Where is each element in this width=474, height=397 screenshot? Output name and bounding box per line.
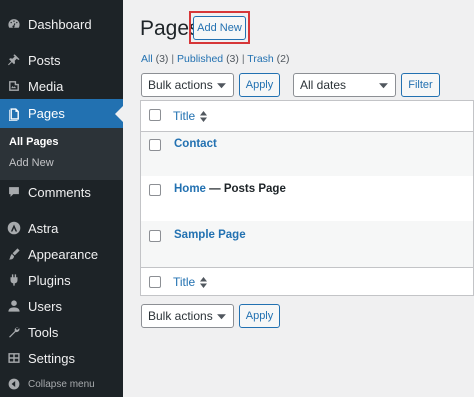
menu-item-settings[interactable]: Settings bbox=[0, 345, 123, 371]
bulk-actions-select-top[interactable]: Bulk actions bbox=[141, 73, 234, 97]
menu-item-label: Astra bbox=[28, 220, 59, 236]
pages-submenu: All Pages Add New bbox=[0, 128, 123, 180]
table-row: Sample Page bbox=[141, 221, 473, 267]
menu-item-pages[interactable]: Pages bbox=[0, 99, 123, 128]
chevron-down-icon bbox=[216, 311, 227, 322]
main-content: Pages Add New All (3) | Published (3) | … bbox=[123, 0, 474, 397]
menu-item-users[interactable]: Users bbox=[0, 293, 123, 319]
filter-all-count: (3) bbox=[155, 53, 169, 65]
menu-item-label: Posts bbox=[28, 52, 61, 68]
settings-icon bbox=[7, 351, 21, 365]
collapse-menu-label: Collapse menu bbox=[28, 378, 95, 390]
collapse-arrow-icon bbox=[8, 378, 20, 390]
astra-icon bbox=[7, 221, 21, 235]
media-icon bbox=[7, 79, 21, 93]
row-checkbox[interactable] bbox=[149, 184, 161, 196]
filter-all-link[interactable]: All bbox=[141, 53, 153, 65]
menu-item-posts[interactable]: Posts bbox=[0, 47, 123, 73]
menu-item-label: Appearance bbox=[28, 246, 99, 262]
sort-icon bbox=[200, 276, 208, 288]
dates-filter-select[interactable]: All dates bbox=[293, 73, 396, 97]
submenu-item-add-new[interactable]: Add New bbox=[9, 157, 54, 169]
menu-item-plugins[interactable]: Plugins bbox=[0, 267, 123, 293]
menu-item-tools[interactable]: Tools bbox=[0, 319, 123, 345]
page-title-text: Home bbox=[174, 183, 206, 195]
filter-separator: | bbox=[171, 53, 175, 65]
dashboard-icon bbox=[7, 17, 21, 31]
menu-item-appearance[interactable]: Appearance bbox=[0, 241, 123, 267]
tools-icon bbox=[7, 325, 21, 339]
sort-icon bbox=[200, 110, 208, 122]
page-title-link[interactable]: Contact bbox=[174, 138, 217, 150]
row-checkbox[interactable] bbox=[149, 230, 161, 242]
comments-icon bbox=[7, 185, 21, 199]
filter-published-link[interactable]: Published bbox=[177, 53, 223, 65]
filter-separator: | bbox=[241, 53, 245, 65]
menu-item-astra[interactable]: Astra bbox=[0, 215, 123, 241]
filter-published-count: (3) bbox=[226, 53, 239, 65]
active-menu-arrow bbox=[115, 105, 123, 122]
table-footer: Title bbox=[141, 268, 473, 296]
collapse-menu-button[interactable]: Collapse menu bbox=[0, 374, 123, 394]
menu-item-label: Media bbox=[28, 78, 64, 94]
users-icon bbox=[7, 299, 21, 313]
page-title-text: Contact bbox=[174, 138, 217, 150]
chevron-down-icon bbox=[216, 80, 227, 91]
bulk-actions-value: Bulk actions bbox=[148, 78, 213, 92]
filter-trash-count: (2) bbox=[276, 53, 290, 65]
page-title-link[interactable]: Home — Posts Page bbox=[174, 183, 286, 195]
page-title-text: Sample Page bbox=[174, 229, 246, 241]
table-header: Title bbox=[141, 101, 473, 131]
column-title-header[interactable]: Title bbox=[173, 109, 208, 123]
menu-item-label: Users bbox=[28, 298, 62, 314]
bulk-actions-value: Bulk actions bbox=[148, 309, 213, 323]
menu-item-label: Settings bbox=[28, 350, 75, 366]
menu-item-dashboard[interactable]: Dashboard bbox=[0, 11, 123, 37]
select-all-checkbox[interactable] bbox=[149, 109, 161, 121]
chevron-down-icon bbox=[378, 80, 389, 91]
apply-button-top[interactable]: Apply bbox=[239, 73, 280, 97]
dates-filter-value: All dates bbox=[300, 78, 347, 92]
status-filter-links: All (3) | Published (3) | Trash (2) bbox=[141, 53, 290, 65]
menu-item-label: Pages bbox=[28, 106, 65, 121]
add-new-button[interactable]: Add New bbox=[193, 16, 246, 40]
filter-trash-link[interactable]: Trash bbox=[247, 53, 273, 65]
menu-item-label: Dashboard bbox=[28, 16, 92, 32]
page-state: — Posts Page bbox=[205, 183, 286, 195]
column-title-footer[interactable]: Title bbox=[173, 275, 208, 289]
select-all-checkbox-footer[interactable] bbox=[149, 276, 161, 288]
column-title-label: Title bbox=[173, 275, 196, 289]
menu-item-media[interactable]: Media bbox=[0, 73, 123, 99]
menu-item-comments[interactable]: Comments bbox=[0, 179, 123, 205]
plugins-icon bbox=[7, 273, 21, 287]
apply-button-bottom[interactable]: Apply bbox=[239, 304, 280, 328]
menu-item-label: Plugins bbox=[28, 272, 71, 288]
pages-icon bbox=[7, 107, 21, 121]
row-checkbox[interactable] bbox=[149, 139, 161, 151]
submenu-item-all-pages[interactable]: All Pages bbox=[9, 136, 59, 148]
table-row: Home — Posts Page bbox=[141, 176, 473, 221]
filter-button[interactable]: Filter bbox=[401, 73, 440, 97]
menu-item-label: Comments bbox=[28, 184, 91, 200]
bulk-actions-select-bottom[interactable]: Bulk actions bbox=[141, 304, 234, 328]
table-row: Contact bbox=[141, 132, 473, 176]
pages-table: Title Contact Home — Posts Page Sample P… bbox=[140, 100, 474, 296]
column-title-label: Title bbox=[173, 109, 196, 123]
pin-icon bbox=[7, 53, 21, 67]
appearance-icon bbox=[7, 247, 21, 261]
admin-sidebar: Dashboard Posts Media Pages All Pages Ad… bbox=[0, 0, 123, 397]
page-title-link[interactable]: Sample Page bbox=[174, 229, 246, 241]
menu-item-label: Tools bbox=[28, 324, 59, 340]
